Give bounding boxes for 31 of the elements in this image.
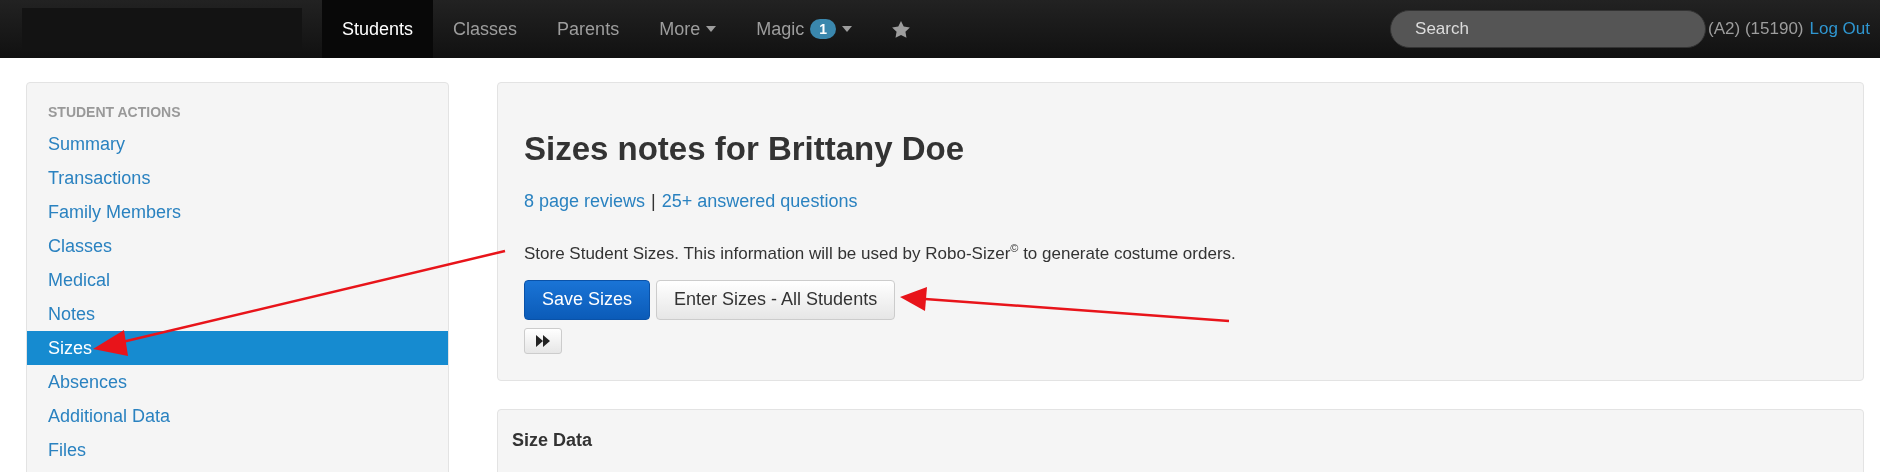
sidebar-item[interactable]: Classes: [27, 229, 448, 263]
nav-tab[interactable]: Magic 1: [736, 0, 872, 58]
star-icon[interactable]: [891, 20, 910, 38]
sidebar-item[interactable]: Summary: [27, 127, 448, 161]
fast-forward-icon: [536, 334, 550, 347]
save-button[interactable]: Save Sizes: [524, 279, 651, 320]
nav-tab[interactable]: Students: [322, 0, 434, 58]
sidebar-item[interactable]: Absences: [27, 365, 448, 399]
sidebar-heading: STUDENT ACTIONS: [47, 103, 182, 122]
logout-link[interactable]: Log Out: [1809, 19, 1870, 39]
stats-link[interactable]: 25+ answered questions: [661, 191, 858, 212]
section-title: Size Data: [512, 430, 594, 451]
sidebar-item[interactable]: Sizes: [27, 331, 448, 365]
stats-link[interactable]: 8 page reviews: [524, 191, 646, 212]
sidebar-item[interactable]: Transactions: [27, 161, 448, 195]
enter-sizes-button[interactable]: Enter Sizes - All Students: [656, 279, 896, 320]
search-field[interactable]: Search: [1390, 10, 1707, 48]
sidebar-item[interactable]: Family Members: [27, 195, 448, 229]
sidebar-item[interactable]: Additional Data: [27, 399, 448, 433]
sidebar-item[interactable]: Files: [27, 433, 448, 467]
count-badge: 1: [810, 19, 836, 39]
sidebar-item[interactable]: Medical: [27, 263, 448, 297]
sidebar-item[interactable]: Notes: [27, 297, 448, 331]
nav-tab[interactable]: Classes: [433, 0, 538, 58]
link-separator: |: [651, 191, 656, 212]
nav-tab[interactable]: Parents: [537, 0, 640, 58]
user-info: (A2) (15190): [1708, 19, 1804, 39]
page-title: Sizes notes for Brittany Doe: [524, 129, 966, 169]
fast-forward-button[interactable]: [524, 327, 562, 354]
description-text: Store Student Sizes. This information will be used by Robo-Sizer$^{©}$ to generate costume orders.: [524, 242, 1237, 264]
nav-tab[interactable]: More: [639, 0, 737, 58]
